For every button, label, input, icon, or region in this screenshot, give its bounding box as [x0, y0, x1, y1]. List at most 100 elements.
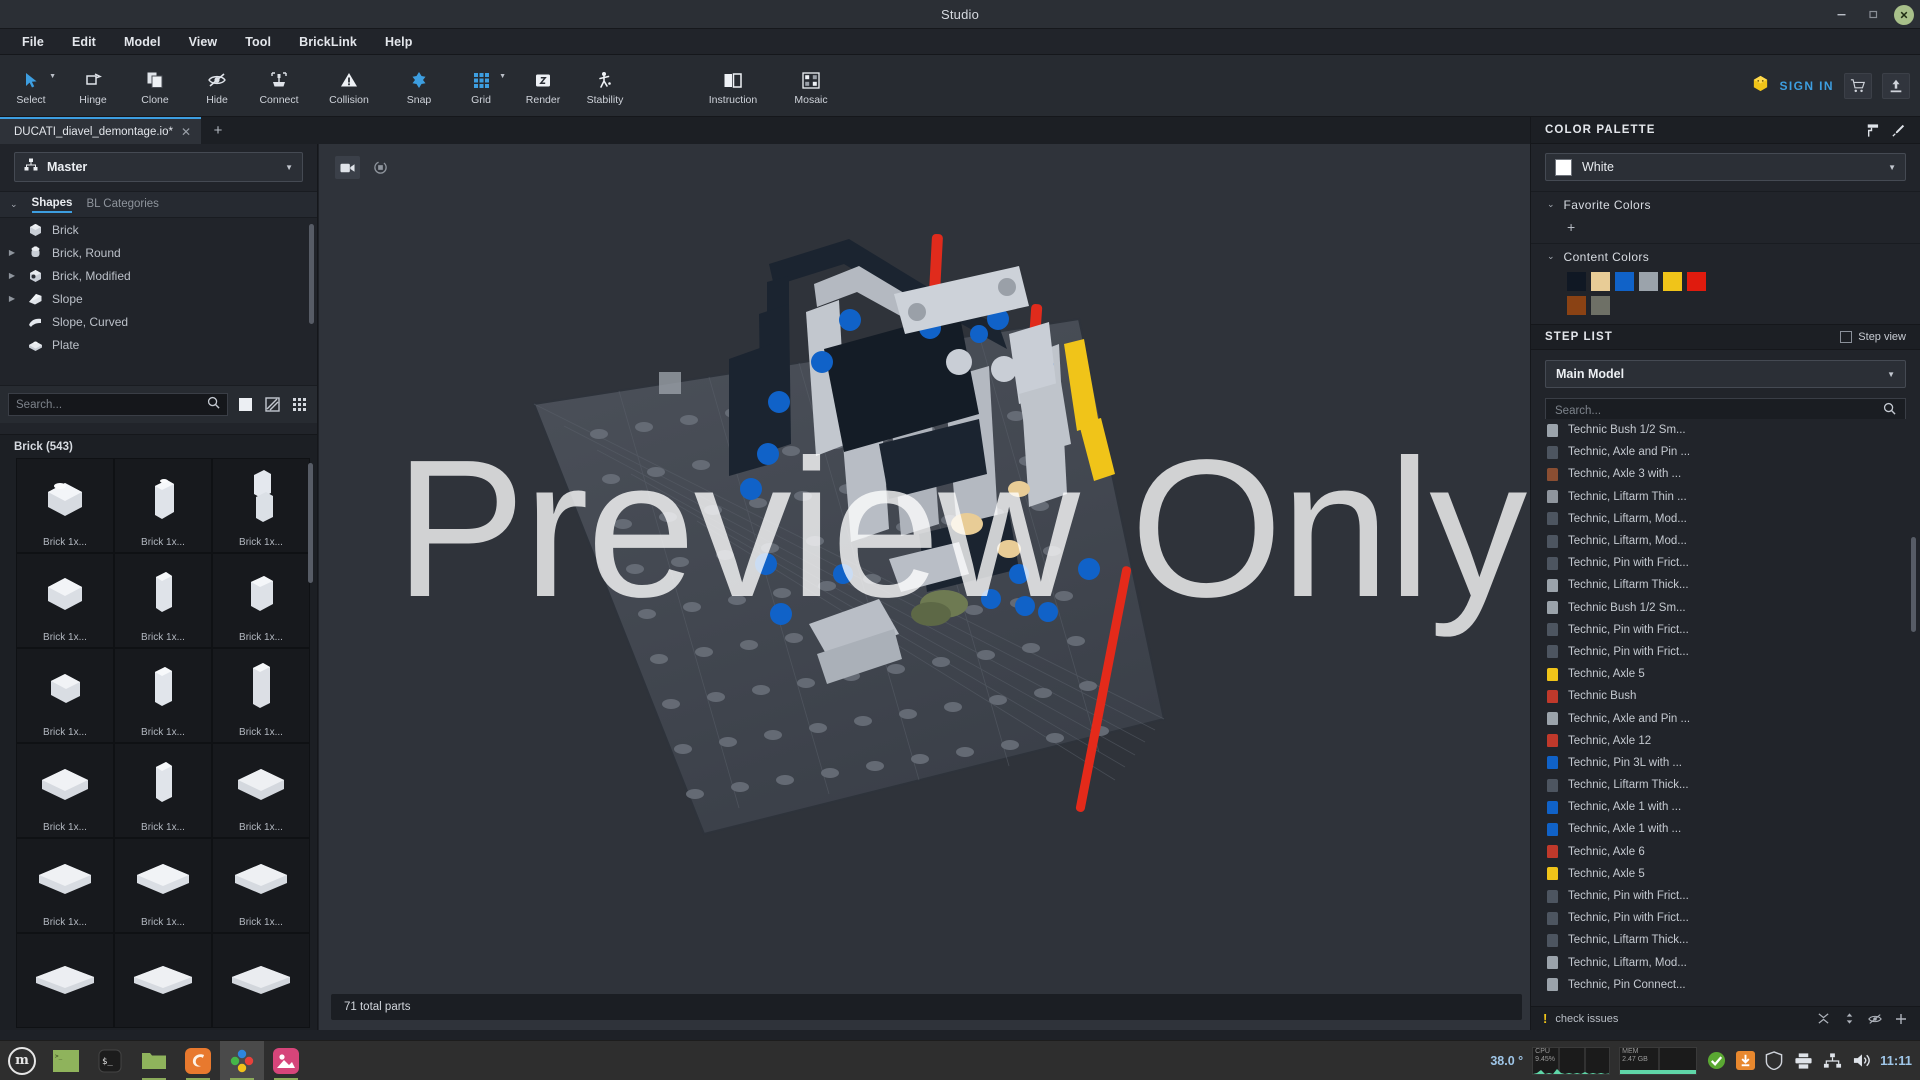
- parts-grid-scrollbar[interactable]: [308, 463, 313, 583]
- step-part-row[interactable]: Technic, Axle 12: [1531, 730, 1920, 752]
- tab-ducati-diavel[interactable]: DUCATI_diavel_demontage.io* ✕: [0, 117, 202, 144]
- step-part-row[interactable]: Technic, Liftarm Thick...: [1531, 574, 1920, 596]
- shape-item-brick[interactable]: Brick: [0, 218, 317, 241]
- content-color-swatch[interactable]: [1567, 296, 1586, 315]
- volume-icon[interactable]: [1851, 1051, 1871, 1071]
- part-grid-item[interactable]: Brick 1x...: [212, 838, 310, 933]
- network-icon[interactable]: [1822, 1051, 1842, 1071]
- part-grid-item[interactable]: [114, 933, 212, 1028]
- part-grid-item[interactable]: Brick 1x...: [114, 743, 212, 838]
- step-part-row[interactable]: Technic, Axle 1 with ...: [1531, 818, 1920, 840]
- search-icon[interactable]: [1883, 402, 1896, 420]
- taskbar-app-terminal-black[interactable]: $_: [88, 1041, 132, 1080]
- chevron-down-icon[interactable]: ▼: [49, 73, 56, 80]
- chevron-down-icon[interactable]: ▼: [1888, 163, 1896, 172]
- chevron-right-icon[interactable]: ▶: [6, 248, 18, 257]
- step-part-row[interactable]: Technic, Liftarm, Mod...: [1531, 530, 1920, 552]
- collapse-icon[interactable]: [1814, 1010, 1832, 1028]
- taskbar-app-firefox[interactable]: [176, 1041, 220, 1080]
- camera-icon[interactable]: [335, 156, 360, 179]
- shape-list-scrollbar[interactable]: [309, 224, 314, 324]
- chevron-down-icon[interactable]: ⌄: [1547, 251, 1555, 262]
- tool-hinge[interactable]: Hinge: [62, 57, 124, 115]
- search-icon[interactable]: [207, 396, 220, 414]
- close-icon[interactable]: ✕: [181, 125, 191, 139]
- taskbar-app-studio[interactable]: [220, 1040, 264, 1080]
- part-grid-item[interactable]: Brick 1x...: [16, 458, 114, 553]
- tool-connect[interactable]: Connect: [248, 57, 310, 115]
- step-part-row[interactable]: Technic, Liftarm Thin ...: [1531, 486, 1920, 508]
- part-grid-item[interactable]: Brick 1x...: [16, 743, 114, 838]
- menu-edit[interactable]: Edit: [58, 31, 110, 53]
- tab-shapes[interactable]: Shapes: [31, 197, 73, 213]
- content-color-swatch[interactable]: [1639, 272, 1658, 291]
- step-part-row[interactable]: Technic, Axle 5: [1531, 663, 1920, 685]
- firewall-shield-icon[interactable]: [1764, 1051, 1784, 1071]
- menu-view[interactable]: View: [175, 31, 232, 53]
- part-grid-item[interactable]: Brick 1x...: [212, 458, 310, 553]
- step-view-checkbox[interactable]: [1840, 331, 1853, 343]
- part-grid-item[interactable]: Brick 1x...: [212, 553, 310, 648]
- step-part-row[interactable]: Technic, Liftarm Thick...: [1531, 929, 1920, 951]
- tool-hide[interactable]: Hide: [186, 57, 248, 115]
- new-tab-button[interactable]: +: [201, 117, 235, 144]
- pattern-view-icon[interactable]: [263, 395, 282, 414]
- part-grid-item[interactable]: Brick 1x...: [212, 648, 310, 743]
- grid-view-icon[interactable]: [290, 395, 309, 414]
- chevron-down-icon[interactable]: ▼: [285, 163, 293, 172]
- eyedropper-icon[interactable]: [1889, 121, 1908, 140]
- tool-snap[interactable]: Snap: [388, 57, 450, 115]
- step-part-list-scrollbar[interactable]: [1911, 537, 1916, 632]
- part-grid-item[interactable]: Brick 1x...: [114, 458, 212, 553]
- chevron-down-icon[interactable]: ▼: [1887, 370, 1895, 379]
- step-part-row[interactable]: Technic, Pin 3L with ...: [1531, 752, 1920, 774]
- shape-item-slope[interactable]: ▶ Slope: [0, 287, 317, 310]
- update-pending-icon[interactable]: [1735, 1051, 1755, 1071]
- parts-search-box[interactable]: [8, 393, 228, 416]
- content-color-swatch[interactable]: [1615, 272, 1634, 291]
- menu-help[interactable]: Help: [371, 31, 427, 53]
- step-view-toggle[interactable]: Step view: [1840, 331, 1906, 343]
- chevron-right-icon[interactable]: ▶: [6, 294, 18, 303]
- cpu-graph[interactable]: CPU 9.45%: [1532, 1046, 1611, 1075]
- menu-file[interactable]: File: [8, 31, 58, 53]
- hide-icon[interactable]: [1866, 1010, 1884, 1028]
- step-part-row[interactable]: Technic, Pin with Frict...: [1531, 907, 1920, 929]
- part-grid-item[interactable]: Brick 1x...: [212, 743, 310, 838]
- master-model-selector[interactable]: Master ▼: [14, 152, 303, 182]
- step-part-row[interactable]: Technic, Axle 1 with ...: [1531, 796, 1920, 818]
- memory-graph[interactable]: MEM 2.47 GB: [1619, 1046, 1698, 1075]
- sign-in-button[interactable]: SIGN IN: [1780, 79, 1834, 93]
- shape-item-brick-modified[interactable]: ▶ Brick, Modified: [0, 264, 317, 287]
- update-ok-icon[interactable]: [1706, 1051, 1726, 1071]
- part-grid-item[interactable]: [212, 933, 310, 1028]
- part-grid-item[interactable]: Brick 1x...: [16, 648, 114, 743]
- tool-select[interactable]: Select ▼: [0, 57, 62, 115]
- taskbar-app-terminal-green[interactable]: >_: [44, 1041, 88, 1080]
- step-part-row[interactable]: Technic, Pin Connect...: [1531, 974, 1920, 996]
- cart-button[interactable]: [1844, 73, 1872, 99]
- step-part-row[interactable]: Technic, Pin with Frict...: [1531, 552, 1920, 574]
- minimize-button[interactable]: [1826, 4, 1856, 26]
- chevron-down-icon-grid[interactable]: ▼: [499, 73, 506, 80]
- sort-icon[interactable]: [1840, 1010, 1858, 1028]
- rotate-view-icon[interactable]: [368, 156, 393, 179]
- chevron-down-icon[interactable]: ⌄: [1547, 199, 1555, 210]
- menu-tool[interactable]: Tool: [231, 31, 285, 53]
- step-part-row[interactable]: Technic Bush 1/2 Sm...: [1531, 597, 1920, 619]
- step-part-row[interactable]: Technic, Liftarm, Mod...: [1531, 952, 1920, 974]
- tool-grid[interactable]: Grid ▼: [450, 57, 512, 115]
- tool-stability[interactable]: Stability: [574, 57, 636, 115]
- part-grid-item[interactable]: Brick 1x...: [16, 553, 114, 648]
- main-model-dropdown[interactable]: Main Model ▼: [1545, 360, 1906, 388]
- step-part-row[interactable]: Technic, Liftarm Thick...: [1531, 774, 1920, 796]
- part-grid-item[interactable]: Brick 1x...: [114, 838, 212, 933]
- step-part-row[interactable]: Technic, Axle and Pin ...: [1531, 707, 1920, 729]
- step-part-row[interactable]: Technic, Axle 5: [1531, 863, 1920, 885]
- 3d-viewport[interactable]: [319, 144, 1530, 1030]
- part-grid-item[interactable]: Brick 1x...: [114, 553, 212, 648]
- step-part-row[interactable]: Technic, Pin with Frict...: [1531, 619, 1920, 641]
- close-button[interactable]: [1894, 4, 1914, 25]
- tool-collision[interactable]: Collision: [310, 57, 388, 115]
- tab-bl-categories[interactable]: BL Categories: [86, 198, 158, 212]
